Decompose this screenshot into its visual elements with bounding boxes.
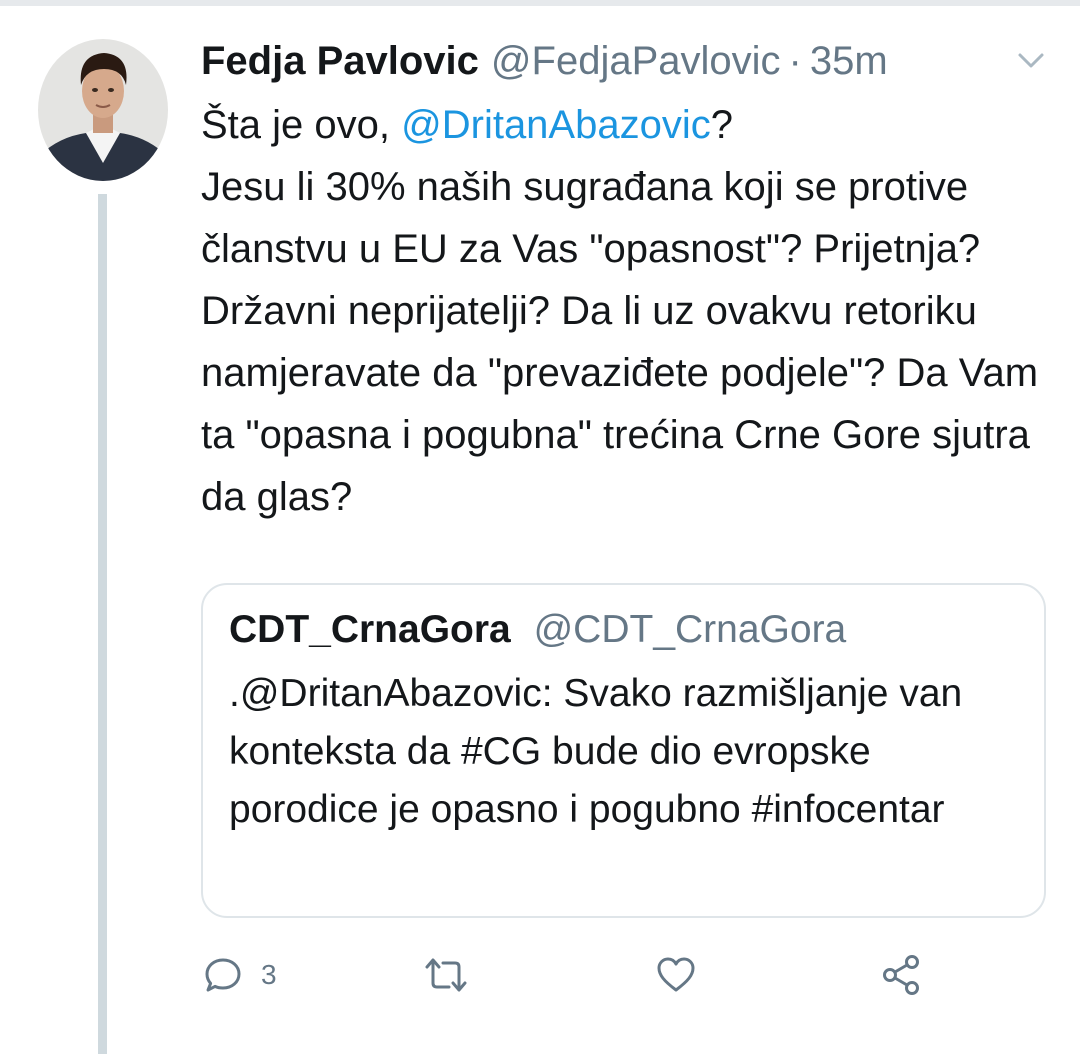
share-icon	[883, 955, 919, 995]
tweet-text-suffix: ?	[710, 103, 733, 147]
tweet-actions: 3	[201, 945, 961, 1005]
chevron-down-icon[interactable]	[1016, 50, 1046, 72]
tweet-header: Fedja Pavlovic @FedjaPavlovic · 35m	[201, 38, 888, 86]
author-handle[interactable]: @FedjaPavlovic	[491, 38, 781, 84]
tweet-text-first-line: Šta je ovo, @DritanAbazovic?	[201, 94, 1061, 156]
tweet-time[interactable]: 35m	[810, 38, 888, 84]
tweet-text: Šta je ovo, @DritanAbazovic? Jesu li 30%…	[201, 94, 1061, 528]
separator-dot: ·	[788, 39, 802, 83]
tweet-text-body: Jesu li 30% naših sugrađana koji se prot…	[201, 165, 1039, 519]
avatar[interactable]	[38, 39, 168, 181]
thread-line	[98, 194, 107, 1054]
like-button[interactable]	[654, 945, 698, 1005]
quoted-author-handle: @CDT_CrnaGora	[533, 608, 847, 651]
quoted-tweet-text: .@DritanAbazovic: Svako razmišljanje van…	[229, 672, 963, 831]
quoted-tweet-card[interactable]: CDT_CrnaGora @CDT_CrnaGora .@DritanAbazo…	[201, 583, 1046, 918]
reply-button[interactable]: 3	[201, 945, 277, 1005]
reply-count: 3	[261, 959, 277, 990]
tweet-text-prefix: Šta je ovo,	[201, 103, 402, 147]
top-divider	[0, 0, 1080, 6]
share-button[interactable]	[879, 945, 925, 1005]
mention-link[interactable]: @DritanAbazovic	[401, 103, 711, 147]
quoted-author-name: CDT_CrnaGora	[229, 608, 511, 651]
avatar-photo	[38, 39, 168, 181]
quoted-tweet-header: CDT_CrnaGora @CDT_CrnaGora	[229, 607, 846, 653]
like-icon	[657, 957, 695, 992]
retweet-button[interactable]	[421, 945, 471, 1005]
retweet-icon	[425, 958, 467, 992]
reply-icon	[205, 958, 241, 992]
author-name[interactable]: Fedja Pavlovic	[201, 38, 479, 84]
